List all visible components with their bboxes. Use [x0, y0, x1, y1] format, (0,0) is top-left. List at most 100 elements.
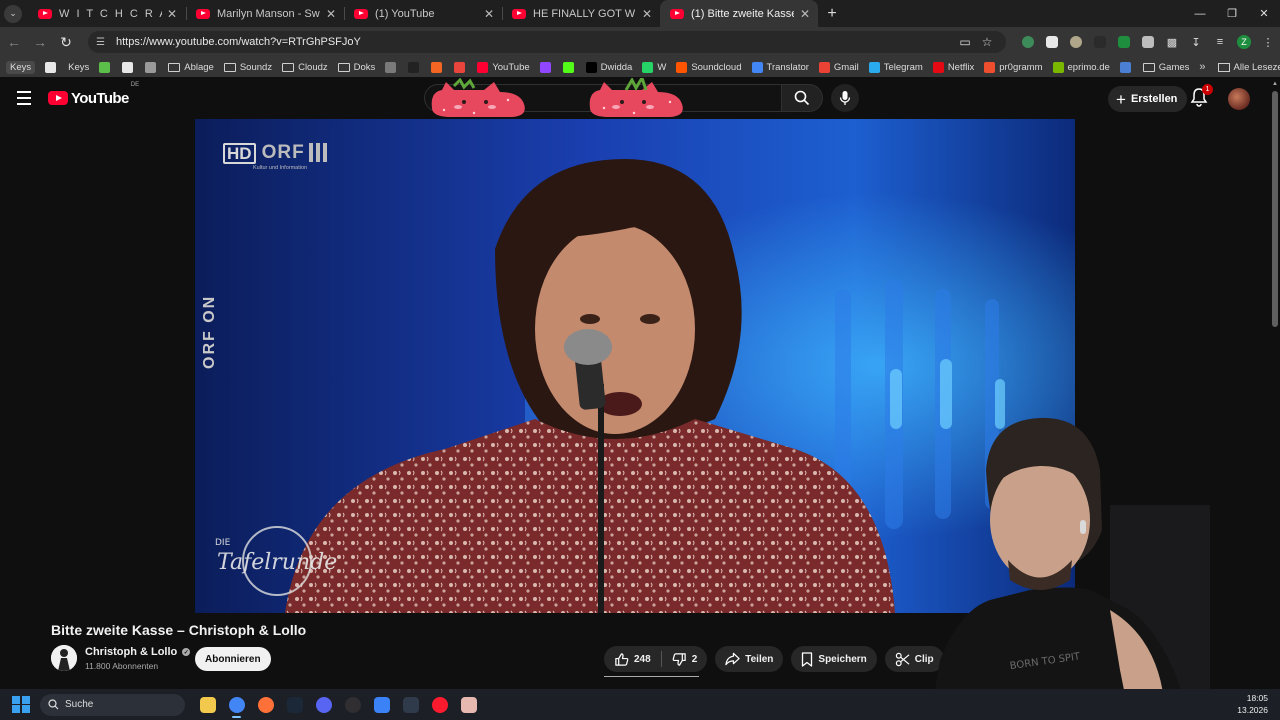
tab-close-icon[interactable]: ✕ [640, 7, 654, 21]
cast-icon[interactable]: ▭ [954, 35, 976, 49]
bookmark-pr0gramm[interactable]: pr0gramm [984, 61, 1043, 73]
bookmark-gmail[interactable]: Gmail [818, 61, 859, 73]
bookmark-soundcloud[interactable]: Soundcloud [676, 61, 742, 73]
save-button[interactable]: Speichern [791, 646, 877, 672]
bookmark-icon-only[interactable] [99, 61, 114, 73]
profile-icon[interactable]: Z [1232, 31, 1256, 53]
bookmark-icon-only[interactable] [145, 61, 160, 73]
bookmark-icon-only[interactable] [408, 61, 423, 73]
bookmark-soundz[interactable]: Soundz [223, 62, 272, 73]
scrollbar-thumb[interactable] [1272, 91, 1278, 327]
close-window-icon[interactable]: ✕ [1248, 0, 1280, 27]
download-icon[interactable]: ↧ [1184, 31, 1208, 53]
bookmark-icon-only[interactable] [562, 61, 578, 73]
bookmark-icon-only[interactable] [539, 61, 555, 73]
bookmark-games[interactable]: Games [1142, 62, 1189, 73]
firefox-icon[interactable] [251, 690, 280, 719]
paint-icon[interactable] [454, 690, 483, 719]
bookmark-keys[interactable]: Keys [68, 62, 89, 73]
site-info-icon[interactable]: ☰ [96, 37, 110, 48]
taskbar-search[interactable]: Suche [40, 693, 185, 716]
bookmark-doks[interactable]: Doks [337, 62, 375, 73]
forward-icon[interactable]: → [28, 30, 52, 54]
account-avatar[interactable] [1228, 88, 1250, 110]
system-clock[interactable]: 18:05 13.2026 [1237, 692, 1268, 716]
bookmark-favicon-icon [99, 61, 111, 73]
more-bookmarks-icon[interactable]: » [1199, 61, 1205, 73]
windows-start-icon[interactable] [10, 694, 32, 716]
opera-icon[interactable] [425, 690, 454, 719]
bookmark-cloudz[interactable]: Cloudz [282, 62, 328, 73]
tab[interactable]: Marilyn Manson - Sweet Dreams ✕ [186, 0, 344, 27]
webcam-overlay: BORN TO SPIT [930, 417, 1210, 720]
app-diamond-glyph [373, 696, 390, 713]
tab-active[interactable]: (1) Bitte zweite Kasse – Christoph ✕ [660, 0, 818, 27]
youtube-logo[interactable]: YouTube DE [48, 82, 139, 107]
notifications-button[interactable]: 1 [1190, 84, 1213, 109]
discord-icon[interactable] [309, 690, 338, 719]
bookmark-label: YouTube [492, 61, 530, 73]
all-bookmarks[interactable]: Alle Lesezeichen [1217, 62, 1280, 73]
tab-close-icon[interactable]: ✕ [798, 7, 812, 21]
bookmark-dwidda[interactable]: Dwidda [585, 61, 632, 73]
search-button[interactable] [781, 84, 823, 112]
restore-icon[interactable]: ❐ [1216, 0, 1248, 27]
bookmark-icon-only[interactable] [431, 61, 446, 73]
tab[interactable]: HE FINALLY GOT WHAT HE DESERVED ✕ [502, 0, 660, 27]
menu-kebab-icon[interactable]: ⋮ [1256, 31, 1280, 53]
tab[interactable]: W I T C H C R A F T 8 0 8 ✕ [28, 0, 186, 27]
bookmark-icon-only[interactable] [454, 61, 469, 73]
like-button[interactable]: 248 [604, 646, 661, 672]
tab-close-icon[interactable]: ✕ [482, 7, 496, 21]
bookmark-icon-only[interactable] [122, 61, 137, 73]
strawberry-cat-sticker [431, 78, 525, 117]
clock-time: 18:05 [1246, 693, 1268, 703]
bookmark-keys[interactable]: Keys [6, 60, 36, 74]
chrome-icon[interactable] [222, 690, 251, 719]
dislike-button[interactable]: 2 [662, 646, 708, 672]
back-icon[interactable]: ← [2, 30, 26, 54]
steam-icon[interactable] [280, 690, 309, 719]
extension-icon[interactable] [1112, 31, 1136, 53]
channel-avatar[interactable] [51, 645, 77, 671]
extension-icon[interactable] [1088, 31, 1112, 53]
new-tab-icon[interactable]: + [822, 4, 842, 24]
extension-icon[interactable] [1136, 31, 1160, 53]
subscribe-button[interactable]: Abonnieren [195, 647, 271, 671]
bookmark-icon-only[interactable] [385, 61, 400, 73]
minimize-icon[interactable]: — [1184, 0, 1216, 27]
tab-close-icon[interactable]: ✕ [166, 7, 180, 21]
voice-search-button[interactable] [831, 84, 859, 112]
bookmark-telegram[interactable]: Telegram [868, 61, 923, 73]
bookmark-ablage[interactable]: Ablage [168, 62, 214, 73]
tab-close-icon[interactable]: ✕ [324, 7, 338, 21]
file-explorer-icon[interactable] [193, 690, 222, 719]
scroll-up-icon[interactable]: ▲ [1272, 81, 1278, 87]
tab[interactable]: (1) YouTube ✕ [344, 0, 502, 27]
reload-icon[interactable]: ↻ [54, 30, 78, 54]
bookmark-star-icon[interactable]: ☆ [976, 35, 998, 49]
extension-icon[interactable] [1040, 31, 1064, 53]
audio-app-icon[interactable] [396, 690, 425, 719]
bookmark-netflix[interactable]: Netflix [932, 61, 974, 73]
channel-name[interactable]: Christoph & Lollo ✓ [85, 646, 191, 658]
bookmark-icon-only[interactable] [45, 61, 60, 73]
media-control-icon[interactable]: ≡ [1208, 31, 1232, 53]
obs-icon[interactable] [338, 690, 367, 719]
menu-hamburger-icon[interactable] [4, 78, 44, 118]
tab-search-icon[interactable]: ⌄ [4, 4, 22, 23]
share-button[interactable]: Teilen [715, 646, 784, 672]
bookmark-icon-only[interactable] [1119, 61, 1135, 73]
page-scrollbar[interactable]: ▲ [1270, 77, 1280, 689]
create-button[interactable]: + Erstellen [1108, 86, 1188, 112]
extension-icon[interactable] [1064, 31, 1088, 53]
app-diamond-icon[interactable] [367, 690, 396, 719]
bookmark-eprimo-de[interactable]: eprimo.de [1052, 61, 1110, 73]
bookmark-w[interactable]: W [642, 61, 666, 73]
extension-icon[interactable] [1016, 31, 1040, 53]
bookmark-youtube[interactable]: YouTube [477, 61, 530, 73]
logo-region: DE [130, 81, 140, 88]
bookmark-translator[interactable]: Translator [751, 61, 809, 73]
extensions-puzzle-icon[interactable]: ▩ [1160, 31, 1184, 53]
address-bar[interactable]: ☰ https://www.youtube.com/watch?v=RTrGhP… [88, 31, 1006, 53]
